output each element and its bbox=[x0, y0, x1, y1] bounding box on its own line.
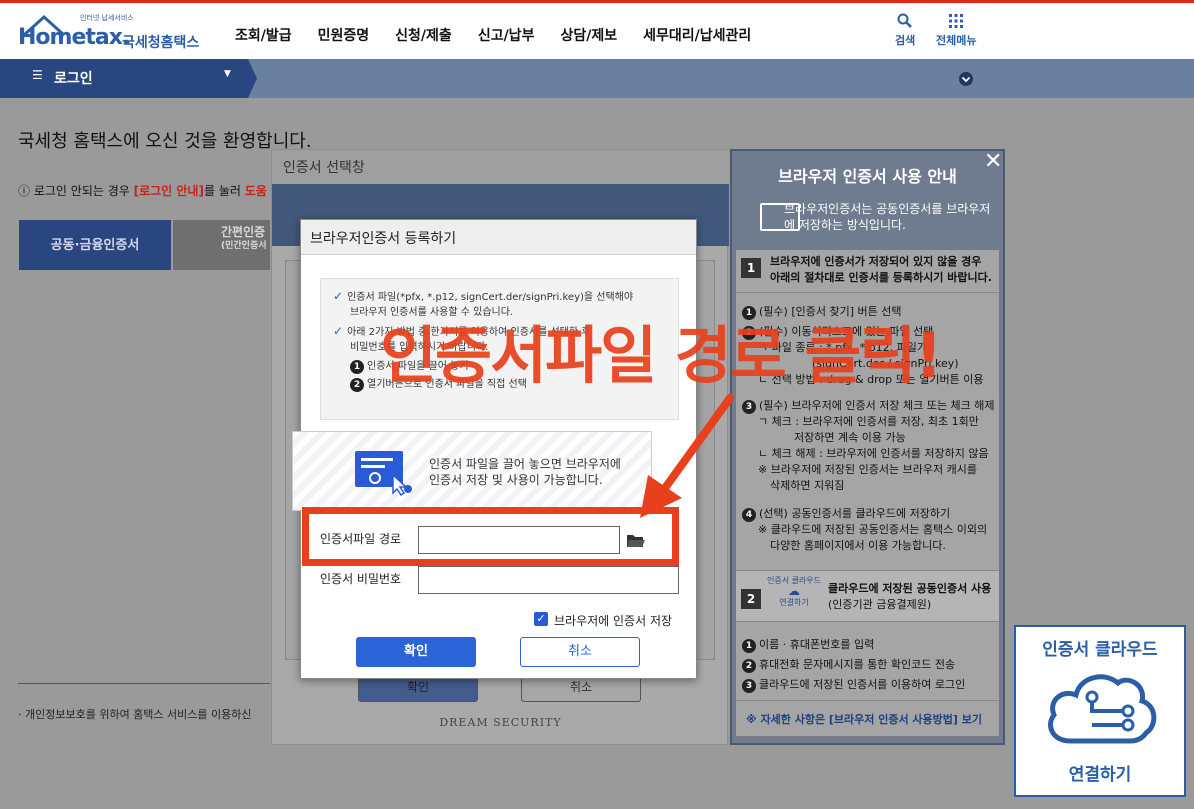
nav-item-agent[interactable]: 세무대리/납세관리 bbox=[643, 25, 751, 45]
confirm-button[interactable]: 확인 bbox=[356, 637, 476, 667]
guide-title: 브라우저 인증서 사용 안내 bbox=[778, 167, 957, 186]
save-in-browser-checkbox[interactable]: ✓ bbox=[534, 612, 548, 626]
annotation-highlight-box bbox=[302, 507, 679, 566]
hometax-logo[interactable]: 인터넷 납세서비스 Hometax. 국세청홈택스 bbox=[18, 11, 208, 55]
info-icon: ⓘ bbox=[18, 184, 31, 198]
sec1-line2: 아래의 절차대로 인증서를 등록하시기 바랍니다. bbox=[770, 271, 992, 284]
login-label: 로그인 bbox=[54, 71, 93, 87]
step4-sub2: 다양한 홈페이지에서 이용 가능합니다. bbox=[770, 539, 946, 552]
close-icon[interactable]: ✕ bbox=[984, 149, 1002, 174]
check-icon: ✓ bbox=[333, 324, 344, 338]
tab2-line2: (민간인증서 bbox=[221, 241, 267, 251]
hamburger-icon: ☰ bbox=[32, 68, 43, 82]
logo-main-text: Hometax. bbox=[18, 25, 130, 50]
check-icon: ✓ bbox=[333, 289, 344, 303]
drop-line2: 인증서 저장 및 사용이 가능합니다. bbox=[429, 473, 603, 487]
login-help-line: ⓘ 로그인 안되는 경우 [로그인 안내]를 눌러 도움 bbox=[18, 182, 270, 199]
browser-cert-guide: 브라우저 인증서 사용 안내 ✕ 브라우저인증서는 공동인증서를 브라우저에 저… bbox=[730, 149, 1005, 745]
cert-window-title: 인증서 선택창 bbox=[272, 150, 729, 184]
dialog-title: 브라우저인증서 등록하기 bbox=[301, 220, 696, 255]
cloud-step2: 휴대전화 문자메시지를 통한 확인코드 전송 bbox=[759, 658, 956, 671]
dream-security-logo: DREAM SECURITY bbox=[439, 716, 562, 729]
step3-sub1: ㄱ 체크 : 브라우저에 인증서를 저장, 최초 1회만 bbox=[758, 415, 979, 428]
section1-number: 1 bbox=[741, 258, 761, 278]
step3-sub3: ㄴ 체크 해제 : 브라우저에 인증서를 저장하지 않음 bbox=[758, 447, 989, 460]
guide-detail-link[interactable]: ※ 자세한 사항은 [브라우저 인증서 사용방법] 보기 bbox=[746, 712, 982, 728]
step3-text: (필수) 브라우저에 인증서 저장 체크 또는 체크 해제 bbox=[759, 399, 995, 412]
guide-subtitle: 브라우저인증서는 공동인증서를 브라우저에 저장하는 방식입니다. bbox=[784, 202, 991, 232]
nav-item-apply[interactable]: 신청/제출 bbox=[395, 25, 452, 45]
tab-simple-auth[interactable]: 간편인증 (민간인증서 bbox=[173, 220, 270, 270]
sec2-line2: (인증기관 금융결제원) bbox=[828, 598, 932, 611]
info-pre-text: 로그인 안되는 경우 bbox=[33, 184, 134, 198]
cert-password-input[interactable] bbox=[418, 566, 679, 594]
search-label: 검색 bbox=[895, 34, 916, 47]
privacy-notice: · 개인정보보호를 위하여 홈택스 서비스를 이용하신 bbox=[18, 708, 252, 721]
nav-item-inquiry[interactable]: 조회/발급 bbox=[235, 25, 292, 45]
divider bbox=[18, 683, 270, 684]
step3-sub5: 삭제하면 지워짐 bbox=[770, 479, 845, 492]
info-red-text: 도움 bbox=[244, 184, 267, 198]
grid-menu-icon bbox=[949, 14, 964, 28]
cloud-step1: 이름 · 휴대폰번호를 입력 bbox=[759, 638, 875, 651]
cloud-icon bbox=[1048, 674, 1157, 744]
divider bbox=[736, 700, 999, 701]
cloud-title: 인증서 클라우드 bbox=[1042, 640, 1158, 660]
badge-bottom: 연결하기 bbox=[779, 598, 809, 607]
divider bbox=[736, 292, 999, 293]
cloud-icon: ☁ bbox=[788, 584, 800, 598]
note1-line1: 인증서 파일(*pfx, *.p12, signCert.der/signPri… bbox=[347, 292, 634, 303]
annotation-arrow bbox=[640, 394, 734, 518]
tab2-line1: 간편인증 bbox=[221, 225, 266, 239]
main-nav: 조회/발급 민원증명 신청/제출 신고/납부 상담/제보 세무대리/납세관리 bbox=[235, 25, 777, 45]
welcome-heading: 국세청 홈택스에 오신 것을 환영합니다. bbox=[18, 131, 312, 152]
search-button[interactable]: 검색 bbox=[895, 13, 915, 48]
all-menu-label: 전체메뉴 bbox=[936, 34, 977, 47]
tab-joint-cert[interactable]: 공동·금융인증서 bbox=[19, 220, 171, 270]
nav-item-consult[interactable]: 상담/제보 bbox=[560, 25, 617, 45]
cloud-step3: 클라우드에 저장된 인증서를 이용하여 로그인 bbox=[759, 678, 966, 691]
nav-item-certificate[interactable]: 민원증명 bbox=[318, 25, 370, 45]
breadcrumb-arrow bbox=[248, 59, 257, 98]
login-menu[interactable]: ☰ 로그인 ▼ bbox=[0, 59, 248, 98]
cancel-button[interactable]: 취소 bbox=[520, 637, 640, 667]
step3-sub2: 저장하면 계속 이용 가능 bbox=[794, 431, 906, 444]
drop-line1: 인증서 파일을 끌어 놓으면 브라우저에 bbox=[429, 457, 621, 471]
section2-header: 2 인증서 클라우드 ☁ 연결하기 클라우드에 저장된 공동인증서 사용 (인증… bbox=[736, 570, 999, 622]
all-menu-button[interactable]: 전체메뉴 bbox=[936, 13, 976, 48]
nav-item-report-pay[interactable]: 신고/납부 bbox=[478, 25, 535, 45]
certificate-file-icon bbox=[355, 451, 412, 497]
login-guide-link[interactable]: [로그인 안내] bbox=[134, 184, 204, 198]
cloud-steps: 1 이름 · 휴대폰번호를 입력 2 휴대전화 문자메시지를 통한 확인코드 전송 … bbox=[742, 635, 965, 695]
section2-number: 2 bbox=[741, 589, 761, 609]
cert-password-label: 인증서 비밀번호 bbox=[320, 572, 402, 586]
info-mid-text: 를 눌러 bbox=[203, 184, 245, 198]
site-header: 인터넷 납세서비스 Hometax. 국세청홈택스 조회/발급 민원증명 신청/… bbox=[0, 3, 1194, 59]
cloud-connect-label: 연결하기 bbox=[1068, 765, 1132, 785]
search-icon bbox=[897, 13, 913, 28]
sec2-line1: 클라우드에 저장된 공동인증서 사용 bbox=[828, 582, 992, 595]
dropdown-arrow-icon: ▼ bbox=[224, 69, 231, 79]
logo-small-text: 인터넷 납세서비스 bbox=[80, 14, 134, 22]
step3-sub4: ※ 브라우저에 저장된 인증서는 브라우저 캐시를 bbox=[758, 463, 977, 476]
step4-text: (선택) 공동인증서를 클라우드에 저장하기 bbox=[759, 507, 951, 520]
privacy-text: 개인정보보호를 위하여 홈택스 서비스를 이용하신 bbox=[25, 708, 252, 721]
cloud-connect-badge[interactable]: 인증서 클라우드 ☁ 연결하기 bbox=[766, 575, 822, 608]
step4-sub1: ※ 클라우드에 저장된 공동인증서는 홈택스 이외의 bbox=[758, 523, 988, 536]
cert-cloud-connect[interactable]: 인증서 클라우드 연결하기 bbox=[1014, 625, 1186, 797]
chevron-down-icon[interactable] bbox=[958, 71, 974, 87]
sec1-line1: 브라우저에 인증서가 저장되어 있지 않을 경우 bbox=[770, 255, 982, 268]
logo-sub-text: 국세청홈택스 bbox=[122, 35, 200, 51]
annotation-text: 인증서파일 경로 클릭! bbox=[380, 319, 943, 392]
save-in-browser-label: 브라우저에 인증서 저장 bbox=[554, 614, 673, 628]
drop-zone-text: 인증서 파일을 끌어 놓으면 브라우저에 인증서 저장 및 사용이 가능합니다. bbox=[429, 456, 621, 488]
